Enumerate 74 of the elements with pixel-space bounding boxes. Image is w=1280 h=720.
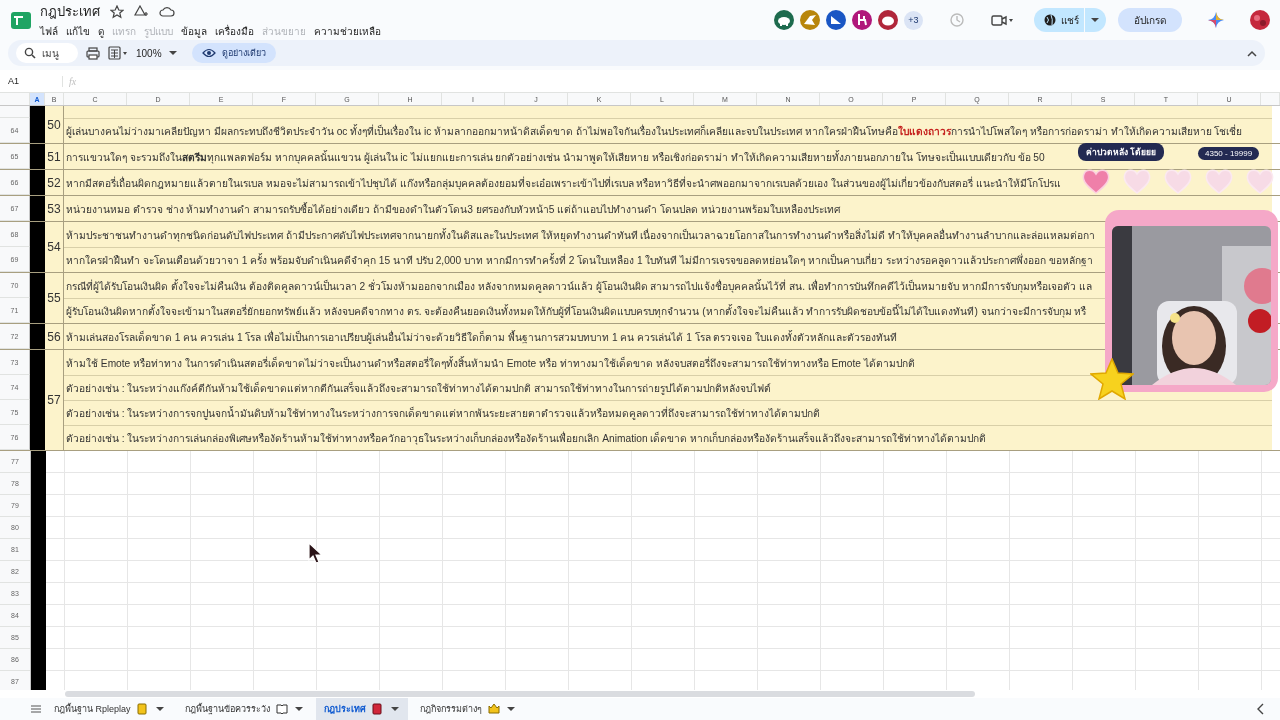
note-icon (136, 703, 149, 715)
rule-number: 51 (45, 144, 64, 169)
sheet-tab[interactable]: กฎพื้นฐานข้อควรระวัง (176, 698, 312, 720)
profile-avatar-icon[interactable] (1250, 10, 1270, 30)
rule-text: หากมีสตอรี่เถื่อนผิดกฎหมายแล้วตายในเรเบล หมอจะไม่สามารถเข้าไปชุบได้ แก๊งหรือกลุ่มบุคคลต้องยอมที่จะเอ๋อเพราะเข้าไปที่เรเบล หรือหาวิธีที่จะนำศพออกมาจากเรเบลด้วยเอง ในส่วนของผู้ไม่เกี่ยวข้องกับสตอรี่ แนะนำให้มีโกโปรแ (64, 170, 1272, 195)
zoom-dropdown[interactable]: 100% (136, 47, 178, 59)
collaborator-avatar[interactable] (826, 10, 846, 30)
rule-number: 55 (45, 273, 64, 323)
filled-cell (30, 170, 45, 195)
caret-icon (167, 49, 178, 57)
cell-reference-dropdown[interactable]: A1 (0, 76, 50, 86)
rule-number: 52 (45, 170, 64, 195)
menu-item[interactable]: ข้อมูล (181, 24, 207, 39)
globe-icon (1044, 14, 1056, 26)
collaborator-avatar[interactable] (774, 10, 794, 30)
menu-item[interactable]: ไฟล์ (40, 24, 58, 39)
menu-search-field[interactable]: เมนู (16, 43, 78, 63)
view-only-button[interactable]: ดูอย่างเดียว (191, 43, 276, 63)
rule-text: ตัวอย่างเช่น : ในระหว่างการเล่นกล่องพิเศษหรืองัดร้านห้ามใช้ท่าทางหรือควักอาวุธในระหว่างเก็บกล่องหรืองัดร้านเพื่อยกเลิก Animation เด็ดขาด หากเก็บกล่องหรืองัดร้านเสร็จแล้วถึงจะสามารถใช้ท่าทางได้ตามปกติ (64, 425, 1272, 450)
book-icon (371, 703, 384, 715)
rule-number: 50 (45, 106, 64, 143)
document-title[interactable]: กฎประเทศ (40, 1, 100, 22)
sheets-logo-icon (10, 10, 32, 30)
score-badge: 4350 - 19999 (1198, 147, 1260, 160)
rule-number: 57 (45, 350, 64, 450)
scrollbar-thumb[interactable] (65, 691, 975, 697)
gemini-icon[interactable] (1208, 12, 1224, 28)
caret-icon (1090, 16, 1100, 24)
rule-number: 54 (45, 222, 64, 272)
filled-cell (30, 222, 45, 272)
caret-icon (293, 705, 304, 713)
tooltip: ค่าปวดหลัง โด้ยยย (1078, 143, 1165, 161)
calculator-icon[interactable] (108, 46, 128, 60)
crown-icon (487, 703, 500, 715)
function-label: fx (62, 75, 77, 87)
collaborator-avatar[interactable] (852, 10, 872, 30)
menu-item[interactable]: เครื่องมือ (215, 24, 254, 39)
caret-icon (154, 705, 165, 713)
rule-number: 56 (45, 324, 64, 349)
more-collaborators-badge[interactable]: +3 (904, 10, 923, 30)
print-icon[interactable] (86, 46, 100, 60)
caret-icon (389, 705, 400, 713)
caret-icon (505, 705, 516, 713)
rule-text: ผู้เล่นบางคนไม่ว่างมาเคลียปัญหา มีผลกระทบถึงชีวิตประจำวัน oc ทั้งๆที่เป็นเรื่องใน ic ห้ามลากออกมาหน้าดิสเด็ดขาด ถ้าไม่พอใจกันเรื่องในประเทศก็เคลียและจบในประเทศ หากใครฝ่าฝืนโทษคือใบแดงถาวรการนำไปโพสใดๆ หรือการก่อดราม่า ทำให้เกิดความเสียหาย โชเชี่ย (64, 118, 1272, 143)
cursor-icon (308, 542, 324, 564)
video-call-icon[interactable] (991, 12, 1014, 28)
filled-cell (30, 144, 45, 169)
collaborator-avatar[interactable] (800, 10, 820, 30)
cloud-icon[interactable] (159, 5, 175, 18)
share-button[interactable]: แชร์ (1034, 8, 1106, 32)
collapse-icon[interactable] (1247, 48, 1257, 58)
filled-cell (30, 106, 45, 143)
rule-text: ตัวอย่างเช่น : ในระหว่างการจกปูนจกน้ำมันดิบห้ามใช้ท่าทางในระหว่างการจกเด็ดขาดแต่หากพ้นระยะสายตาตำรวจแล้วหรือหมดคูลดาวที่ถึงจะสามารถใช้ท่าทางได้ตามปกติ (64, 400, 1272, 425)
drive-add-icon[interactable] (134, 5, 149, 18)
sheet-tab[interactable]: กฎกิจกรรมต่างๆ (411, 698, 524, 720)
filled-cell (30, 273, 45, 323)
upgrade-button[interactable]: อัปเกรด (1118, 8, 1182, 32)
star-icon (1090, 358, 1134, 400)
sheet-tab[interactable]: กฎพื้นฐาน Rpleplay (46, 698, 173, 720)
filled-cell (30, 196, 45, 221)
search-icon (24, 47, 36, 59)
rule-text: หน่วยงานหมอ ตำรวจ ช่าง ห้ามทำงานดำ สามารถรับซื้อได้อย่างเดียว ถ้ามีของดำในตัวโดน3 ยศรองกับหัวหน้า5 แต่ถ้าแอบไปทำงานดำ โดนปลด หน่วยงานพร้อมใบเหลืองประเทศ (64, 196, 1272, 221)
book-icon (275, 703, 288, 715)
menu-item[interactable]: ดู (98, 24, 104, 39)
filled-heart-icon (1082, 168, 1110, 194)
menu-item[interactable]: ความช่วยเหลือ (314, 24, 381, 39)
eye-icon (201, 47, 216, 59)
menu-item[interactable]: แก้ไข (66, 24, 90, 39)
scroll-left-icon[interactable] (1256, 703, 1266, 715)
filled-cell (30, 324, 45, 349)
rule-number: 53 (45, 196, 64, 221)
star-icon[interactable] (110, 4, 124, 19)
collaborator-avatar[interactable] (878, 10, 898, 30)
sheet-tab[interactable]: กฎประเทศ (315, 698, 408, 720)
